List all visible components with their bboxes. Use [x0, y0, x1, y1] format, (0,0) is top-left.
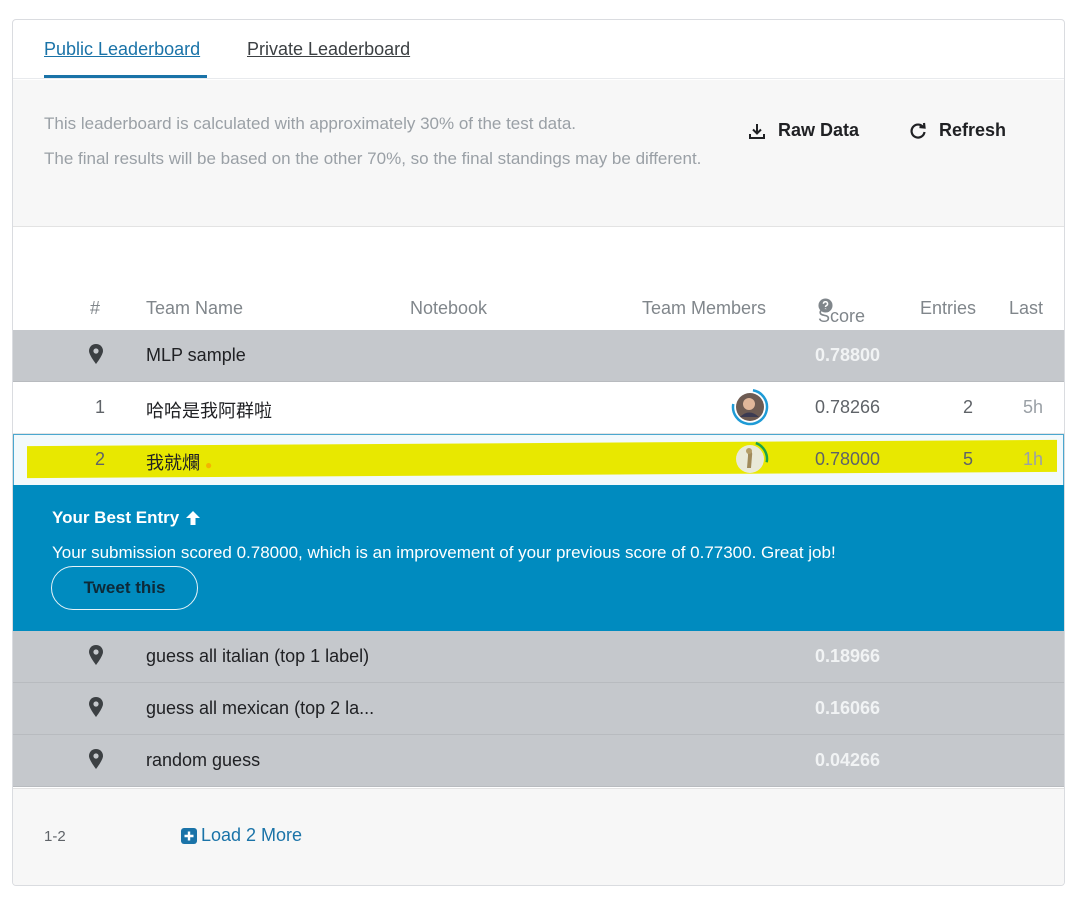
benchmark-name: MLP sample [146, 345, 246, 365]
benchmark-row: random guess 0.04266 [13, 735, 1064, 787]
best-entry-message: Your submission scored 0.78000, which is… [52, 543, 836, 562]
best-entry-banner: Your Best Entry Your submission scored 0… [13, 485, 1064, 631]
info-text-line1: This leaderboard is calculated with appr… [44, 114, 577, 133]
row-rank: 1 [94, 397, 105, 417]
table-header: # Team Name Notebook Team Members Score … [13, 290, 1064, 330]
medal-icon: ● [205, 458, 213, 472]
raw-data-button[interactable]: Raw Data [748, 120, 859, 141]
map-pin-icon [89, 645, 103, 665]
row-score: 0.78000 [815, 449, 881, 469]
tab-private-leaderboard[interactable]: Private Leaderboard [247, 39, 410, 60]
info-text-line2: The final results will be based on the o… [44, 149, 702, 168]
leaderboard-panel: Public Leaderboard Private Leaderboard T… [12, 19, 1065, 886]
header-last: Last [1009, 298, 1044, 318]
benchmark-row: guess all mexican (top 2 la... 0.16066 [13, 683, 1064, 735]
benchmark-score: 0.16066 [815, 698, 881, 718]
benchmark-score: 0.18966 [815, 646, 881, 666]
row-team-name[interactable]: 哈哈是我阿群啦 [146, 397, 272, 423]
row-rank: 2 [94, 449, 105, 469]
header-score[interactable]: Score [818, 298, 865, 326]
map-pin-icon [89, 749, 103, 769]
refresh-icon [910, 122, 926, 139]
plus-square-icon [181, 827, 197, 844]
benchmark-row: guess all italian (top 1 label) 0.18966 [13, 631, 1064, 683]
tweet-button[interactable]: Tweet this [51, 566, 198, 610]
tab-bar: Public Leaderboard Private Leaderboard [13, 20, 1064, 79]
raw-data-label: Raw Data [778, 120, 860, 140]
benchmark-row: MLP sample 0.78800 [13, 330, 1064, 382]
team-member-avatar[interactable] [731, 388, 769, 426]
load-more-label: Load 2 More [201, 825, 303, 845]
row-team-name-text: 我就爛 [146, 453, 200, 473]
row-score: 0.78266 [815, 397, 881, 417]
header-team-members: Team Members [642, 298, 767, 318]
row-last: 5h [1023, 397, 1044, 417]
leaderboard-info: This leaderboard is calculated with appr… [13, 80, 1064, 227]
arrow-up-icon [186, 511, 201, 525]
header-team-name: Team Name [146, 298, 244, 318]
header-notebook: Notebook [410, 298, 488, 318]
best-entry-title: Your Best Entry [52, 508, 201, 528]
map-pin-icon [89, 344, 103, 364]
table-row-content: 2 我就爛 ● 0.78000 5 1h [13, 434, 1064, 486]
active-tab-indicator [44, 75, 207, 78]
benchmark-score: 0.78800 [815, 345, 881, 365]
benchmark-name: random guess [146, 750, 261, 770]
header-rank: # [90, 298, 101, 318]
row-team-name[interactable]: 我就爛 ● [146, 449, 212, 475]
download-icon [749, 123, 765, 139]
pagination-range: 1-2 [44, 828, 66, 845]
load-more-button[interactable]: Load 2 More [181, 825, 302, 846]
header-score-label: Score [818, 306, 866, 326]
row-entries: 2 [963, 397, 974, 417]
header-entries: Entries [920, 298, 977, 318]
map-pin-icon [89, 697, 103, 717]
table-footer: 1-2 Load 2 More [13, 788, 1064, 885]
benchmark-name: guess all mexican (top 2 la... [146, 698, 375, 718]
refresh-button[interactable]: Refresh [909, 120, 1006, 141]
benchmark-score: 0.04266 [815, 750, 881, 770]
team-member-avatar[interactable] [731, 440, 769, 478]
refresh-label: Refresh [939, 120, 1007, 140]
table-row[interactable]: 1 哈哈是我阿群啦 0.78266 2 5h [13, 382, 1064, 434]
tab-public-leaderboard[interactable]: Public Leaderboard [44, 39, 200, 60]
benchmark-name: guess all italian (top 1 label) [146, 646, 370, 666]
row-entries: 5 [963, 449, 974, 469]
best-entry-title-text: Your Best Entry [52, 508, 180, 527]
row-last: 1h [1023, 449, 1044, 469]
